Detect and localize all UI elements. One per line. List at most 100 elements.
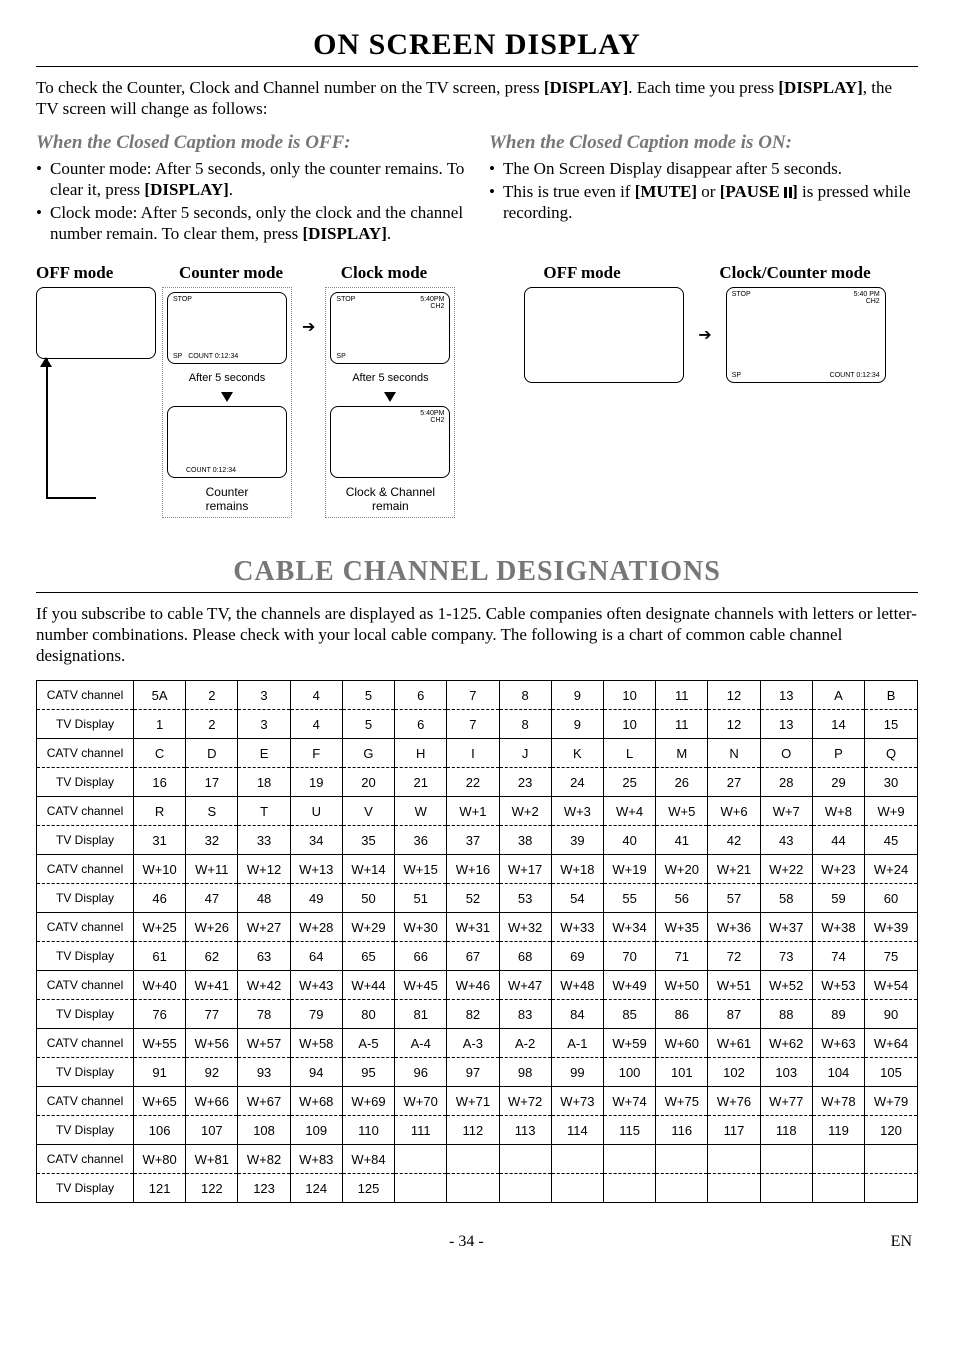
count-text: COUNT 0:12:34 — [830, 372, 880, 379]
catv-cell: W+61 — [708, 1029, 760, 1058]
tv-cell: 45 — [865, 826, 917, 855]
tv-row-header: TV Display — [37, 1000, 134, 1029]
catv-cell: 4 — [290, 681, 342, 710]
tv-cell: 22 — [447, 768, 499, 797]
tv-cell: 90 — [865, 1000, 917, 1029]
tv-cell: 82 — [447, 1000, 499, 1029]
tv-cell: 48 — [238, 884, 290, 913]
catv-cell: W+5 — [656, 797, 708, 826]
catv-cell: W+52 — [760, 971, 812, 1000]
catv-cell: W+63 — [812, 1029, 864, 1058]
tv-cell: 1 — [134, 710, 186, 739]
tv-cell: 38 — [499, 826, 551, 855]
down-arrow-icon — [221, 392, 233, 402]
counter-remains-caption: Counter remains — [206, 485, 249, 513]
tv-cell: 94 — [290, 1058, 342, 1087]
tv-cell — [812, 1174, 864, 1203]
catv-cell: W+75 — [656, 1087, 708, 1116]
tv-cell: 75 — [865, 942, 917, 971]
catv-cell: B — [865, 681, 917, 710]
catv-cell: W+71 — [447, 1087, 499, 1116]
tv-cell: 85 — [603, 1000, 655, 1029]
catv-cell — [447, 1145, 499, 1174]
tv-cell: 81 — [395, 1000, 447, 1029]
catv-cell: W+60 — [656, 1029, 708, 1058]
tv-cell — [760, 1174, 812, 1203]
catv-cell: W+47 — [499, 971, 551, 1000]
tv-cell: 86 — [656, 1000, 708, 1029]
catv-cell: W+80 — [134, 1145, 186, 1174]
tv-cell: 118 — [760, 1116, 812, 1145]
cc-off-bullet-2: Clock mode: After 5 seconds, only the cl… — [36, 202, 465, 245]
catv-cell: I — [447, 739, 499, 768]
catv-cell: D — [186, 739, 238, 768]
catv-cell: A-1 — [551, 1029, 603, 1058]
tv-cell: 115 — [603, 1116, 655, 1145]
ch-text: CH2 — [430, 417, 444, 424]
t: This is true even if — [503, 182, 635, 201]
off-mode-screen-right — [524, 287, 684, 383]
tv-cell: 10 — [603, 710, 655, 739]
catv-cell: A-4 — [395, 1029, 447, 1058]
catv-cell: K — [551, 739, 603, 768]
tv-cell: 57 — [708, 884, 760, 913]
catv-row-header: CATV channel — [37, 797, 134, 826]
tv-cell: 68 — [499, 942, 551, 971]
tv-cell: 77 — [186, 1000, 238, 1029]
tv-cell: 27 — [708, 768, 760, 797]
catv-cell: 5 — [342, 681, 394, 710]
mute-label: [MUTE] — [635, 182, 697, 201]
tv-cell: 2 — [186, 710, 238, 739]
tv-cell: 54 — [551, 884, 603, 913]
catv-cell: W+16 — [447, 855, 499, 884]
tv-cell: 114 — [551, 1116, 603, 1145]
tv-cell: 91 — [134, 1058, 186, 1087]
catv-cell: W+68 — [290, 1087, 342, 1116]
catv-cell: W+35 — [656, 913, 708, 942]
clock-counter-screen: STOP 5:40 PMCH2 SP COUNT 0:12:34 — [726, 287, 886, 383]
tv-cell: 83 — [499, 1000, 551, 1029]
time-text: 5:40 PM — [854, 291, 880, 298]
tv-cell: 14 — [812, 710, 864, 739]
catv-cell: W+69 — [342, 1087, 394, 1116]
tv-cell: 30 — [865, 768, 917, 797]
tv-cell: 79 — [290, 1000, 342, 1029]
catv-cell: W+29 — [342, 913, 394, 942]
catv-cell: W+18 — [551, 855, 603, 884]
tv-cell: 121 — [134, 1174, 186, 1203]
tv-cell: 111 — [395, 1116, 447, 1145]
catv-cell: W+36 — [708, 913, 760, 942]
catv-cell: 6 — [395, 681, 447, 710]
cable-table: CATV channel5A2345678910111213ABTV Displ… — [36, 680, 918, 1203]
after-5-seconds: After 5 seconds — [352, 372, 428, 384]
rule — [36, 592, 918, 593]
tv-cell: 19 — [290, 768, 342, 797]
catv-cell: J — [499, 739, 551, 768]
tv-cell: 64 — [290, 942, 342, 971]
catv-cell: R — [134, 797, 186, 826]
catv-cell: 8 — [499, 681, 551, 710]
tv-row-header: TV Display — [37, 884, 134, 913]
catv-cell: W+79 — [865, 1087, 917, 1116]
tv-cell: 17 — [186, 768, 238, 797]
catv-cell: W+78 — [812, 1087, 864, 1116]
tv-cell: 6 — [395, 710, 447, 739]
tv-cell: 87 — [708, 1000, 760, 1029]
catv-cell: V — [342, 797, 394, 826]
catv-cell: W+46 — [447, 971, 499, 1000]
tv-cell — [603, 1174, 655, 1203]
ch-text: CH2 — [430, 303, 444, 310]
catv-cell: 3 — [238, 681, 290, 710]
tv-cell: 101 — [656, 1058, 708, 1087]
tv-row-header: TV Display — [37, 710, 134, 739]
catv-cell: A-3 — [447, 1029, 499, 1058]
off-mode-label: OFF mode — [36, 263, 156, 283]
rule — [36, 66, 918, 67]
catv-cell: T — [238, 797, 290, 826]
tv-cell: 106 — [134, 1116, 186, 1145]
tv-cell: 95 — [342, 1058, 394, 1087]
tv-cell: 103 — [760, 1058, 812, 1087]
clock-counter-mode-label: Clock/Counter mode — [672, 263, 918, 283]
tv-cell: 41 — [656, 826, 708, 855]
tv-cell: 31 — [134, 826, 186, 855]
